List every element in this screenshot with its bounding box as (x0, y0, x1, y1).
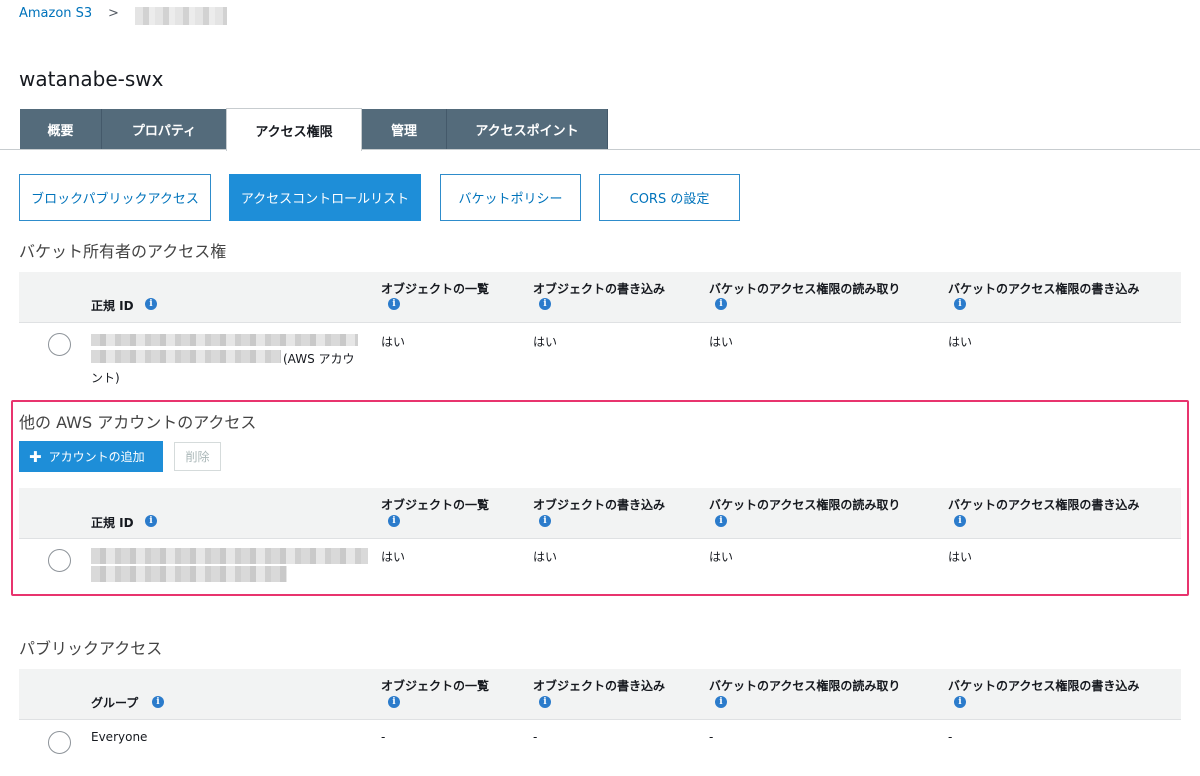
breadcrumb-amazon-s3-link[interactable]: Amazon S3 (19, 6, 92, 21)
info-icon[interactable]: i (539, 298, 551, 310)
info-icon[interactable]: i (388, 696, 400, 708)
owner-acl-read-value: はい (709, 335, 734, 349)
breadcrumb-redacted-bucket[interactable] (135, 7, 227, 25)
add-account-label: アカウントの追加 (48, 450, 145, 464)
cors-settings-button[interactable]: CORS の設定 (599, 174, 740, 221)
owner-account-label: (AWS アカウ (283, 352, 355, 366)
info-icon[interactable]: i (145, 298, 157, 310)
info-icon[interactable]: i (388, 515, 400, 527)
col-write-header: オブジェクトの書き込み (533, 282, 666, 296)
breadcrumb-separator: > (108, 6, 119, 21)
public-acl-write-value: - (948, 730, 953, 744)
tab-properties[interactable]: プロパティ (102, 109, 227, 149)
info-icon[interactable]: i (539, 515, 551, 527)
info-icon[interactable]: i (715, 298, 727, 310)
public-write-value: - (533, 730, 538, 744)
other-account-row-radio[interactable] (48, 549, 71, 572)
owner-id-header: 正規 ID (91, 299, 134, 313)
col-list-header: オブジェクトの一覧 (381, 282, 490, 296)
access-control-list-button[interactable]: アクセスコントロールリスト (229, 174, 421, 221)
col-acl-read-header: バケットのアクセス権限の読み取り (709, 679, 901, 693)
info-icon[interactable]: i (152, 696, 164, 708)
info-icon[interactable]: i (388, 298, 400, 310)
col-list-header: オブジェクトの一覧 (381, 679, 490, 693)
bucket-policy-button[interactable]: バケットポリシー (440, 174, 581, 221)
delete-button[interactable]: 削除 (174, 442, 221, 471)
owner-write-value: はい (533, 335, 558, 349)
group-header: グループ (91, 696, 139, 710)
other-accounts-section-title: 他の AWS アカウントのアクセス (19, 413, 257, 432)
info-icon[interactable]: i (145, 515, 157, 527)
col-list-header: オブジェクトの一覧 (381, 498, 490, 512)
col-acl-write-header: バケットのアクセス権限の書き込み (948, 679, 1140, 693)
owner-acl-write-value: はい (948, 335, 973, 349)
everyone-row-radio[interactable] (48, 731, 71, 754)
public-list-value: - (381, 730, 386, 744)
page-title: watanabe-swx (19, 67, 164, 91)
owner-section-title: バケット所有者のアクセス権 (19, 242, 227, 261)
col-acl-read-header: バケットのアクセス権限の読み取り (709, 282, 901, 296)
info-icon[interactable]: i (954, 298, 966, 310)
info-icon[interactable]: i (954, 515, 966, 527)
info-icon[interactable]: i (539, 696, 551, 708)
col-acl-write-header: バケットのアクセス権限の書き込み (948, 282, 1140, 296)
redacted-canonical-id (91, 334, 358, 346)
tab-management[interactable]: 管理 (362, 109, 447, 149)
tab-permissions[interactable]: アクセス権限 (226, 108, 362, 151)
other-acl-read-value: はい (709, 550, 734, 564)
tab-overview[interactable]: 概要 (20, 109, 102, 149)
redacted-canonical-id (91, 350, 281, 363)
info-icon[interactable]: i (715, 515, 727, 527)
owner-account-label-cont: ント) (91, 371, 120, 385)
info-icon[interactable]: i (715, 696, 727, 708)
owner-list-value: はい (381, 335, 406, 349)
redacted-canonical-id (91, 548, 368, 564)
other-write-value: はい (533, 550, 558, 564)
col-write-header: オブジェクトの書き込み (533, 498, 666, 512)
public-access-section-title: パブリックアクセス (19, 639, 163, 658)
add-account-button[interactable]: ✚ アカウントの追加 (19, 441, 163, 472)
public-acl-read-value: - (709, 730, 714, 744)
col-acl-read-header: バケットのアクセス権限の読み取り (709, 498, 901, 512)
other-acl-write-value: はい (948, 550, 973, 564)
other-list-value: はい (381, 550, 406, 564)
col-write-header: オブジェクトの書き込み (533, 679, 666, 693)
tab-bar-divider (0, 149, 1200, 150)
redacted-canonical-id (91, 566, 287, 582)
group-everyone: Everyone (91, 730, 148, 744)
plus-icon: ✚ (29, 447, 42, 466)
tab-access-points[interactable]: アクセスポイント (447, 109, 608, 149)
col-acl-write-header: バケットのアクセス権限の書き込み (948, 498, 1140, 512)
info-icon[interactable]: i (954, 696, 966, 708)
owner-row-radio[interactable] (48, 333, 71, 356)
block-public-access-button[interactable]: ブロックパブリックアクセス (19, 174, 211, 221)
other-id-header: 正規 ID (91, 516, 134, 530)
